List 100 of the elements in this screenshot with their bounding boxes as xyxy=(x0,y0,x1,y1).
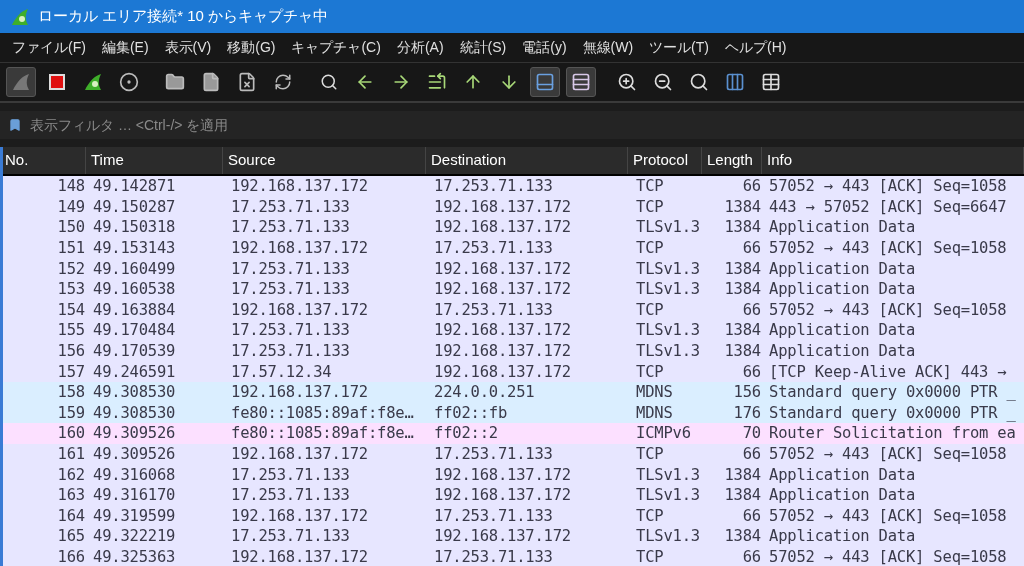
protocol-cell-text: TLSv1.3 xyxy=(635,464,701,485)
destination-cell-text: 192.168.137.172 xyxy=(433,464,572,485)
info-cell-text: Router Solicitation from ea xyxy=(768,423,1017,444)
column-header[interactable]: Time xyxy=(86,147,223,174)
source-cell-text: 17.253.71.133 xyxy=(230,526,351,547)
info-cell-text: Application Data xyxy=(768,464,917,485)
packet-row[interactable]: 158 49.308530 192.168.137.172 224.0.0.251 MDNS 156 Standard query 0x0000 PTR _ xyxy=(3,381,1024,403)
column-header[interactable]: No. xyxy=(3,147,86,174)
time-cell-text: 49.325363 xyxy=(92,547,177,566)
source-cell-text: 192.168.137.172 xyxy=(230,238,369,259)
destination-cell-text: 192.168.137.172 xyxy=(433,485,572,506)
length-cell-text: 1384 xyxy=(723,341,762,362)
shark-fin-icon xyxy=(11,72,31,92)
packet-number: 155 xyxy=(56,320,86,341)
info-cell-text: 57052 → 443 [ACK] Seq=1058 xyxy=(768,444,1008,464)
column-header[interactable]: Protocol xyxy=(628,147,702,174)
source-cell-text: 17.57.12.34 xyxy=(230,361,333,382)
column-header[interactable]: Length xyxy=(702,147,762,174)
protocol-cell-text: TCP xyxy=(635,361,665,382)
info-cell-text: Standard query 0x0000 PTR _ xyxy=(768,382,1017,403)
packet-number: 161 xyxy=(56,444,86,464)
info-cell-text: [TCP Keep-Alive ACK] 443 → xyxy=(768,361,1008,382)
menu-item[interactable]: 移動(G) xyxy=(227,37,276,58)
zoom-in-icon xyxy=(617,72,637,92)
time-cell-text: 49.160538 xyxy=(92,279,177,300)
destination-cell-text: 192.168.137.172 xyxy=(433,196,572,217)
menu-item[interactable]: ツール(T) xyxy=(649,37,709,58)
destination-cell-text: 192.168.137.172 xyxy=(433,279,572,300)
info-cell-text: Application Data xyxy=(768,320,917,341)
packet-number: 156 xyxy=(56,341,86,362)
destination-cell-text: 17.253.71.133 xyxy=(433,176,554,197)
menu-item[interactable]: 表示(V) xyxy=(164,37,212,58)
menu-item[interactable]: キャプチャ(C) xyxy=(291,37,381,58)
source-cell-text: 17.253.71.133 xyxy=(230,464,351,485)
menu-item[interactable]: ヘルプ(H) xyxy=(725,37,787,58)
length-cell-text: 66 xyxy=(741,299,762,320)
bookmark-icon xyxy=(8,116,22,134)
menu-item[interactable]: 電話(y) xyxy=(522,37,567,58)
source-cell-text: 17.253.71.133 xyxy=(230,485,351,506)
menu-item[interactable]: 統計(S) xyxy=(459,37,507,58)
length-cell-text: 66 xyxy=(741,176,762,197)
length-cell-text: 1384 xyxy=(723,526,762,547)
colored-rows-icon xyxy=(571,72,591,92)
destination-cell-text: 224.0.0.251 xyxy=(433,382,536,403)
menu-item[interactable]: 無線(W) xyxy=(582,37,634,58)
resize-columns-icon xyxy=(725,72,745,92)
destination-cell-text: 192.168.137.172 xyxy=(433,320,572,341)
column-header[interactable]: Source xyxy=(223,147,426,174)
destination-cell-text: 17.253.71.133 xyxy=(433,547,554,566)
length-cell-text: 66 xyxy=(741,547,762,566)
destination-cell-text: 17.253.71.133 xyxy=(433,299,554,320)
source-cell-text: 17.253.71.133 xyxy=(230,320,351,341)
protocol-cell-text: TCP xyxy=(635,176,665,197)
protocol-cell-text: TLSv1.3 xyxy=(635,320,701,341)
packet-number: 154 xyxy=(56,299,86,320)
reload-icon xyxy=(274,73,292,91)
length-cell-text: 1384 xyxy=(723,320,762,341)
info-cell-text: Application Data xyxy=(768,485,917,506)
info-cell-text: Application Data xyxy=(768,526,917,547)
toolbar-button[interactable] xyxy=(566,67,596,97)
packet-number: 151 xyxy=(56,238,86,259)
info-cell-text: Standard query 0x0000 PTR _ xyxy=(768,402,1017,423)
protocol-cell-text: TCP xyxy=(635,444,665,464)
protocol-cell-text: TLSv1.3 xyxy=(635,258,701,279)
packet-row[interactable]: 160 49.309526 fe80::1085:89af:f8e… ff02::2 ICMPv6 70 Router Solicitation from ea xyxy=(3,423,1024,444)
info-cell-text: 57052 → 443 [ACK] Seq=1058 xyxy=(768,299,1008,320)
length-cell-text: 1384 xyxy=(723,196,762,217)
menu-item[interactable]: ファイル(F) xyxy=(12,37,86,58)
column-header[interactable]: Info xyxy=(762,147,1024,174)
length-cell-text: 1384 xyxy=(723,464,762,485)
column-header[interactable]: Destination xyxy=(426,147,628,174)
length-cell-text: 1384 xyxy=(723,485,762,506)
menu-item[interactable]: 編集(E) xyxy=(101,37,149,58)
info-cell-text: 443 → 57052 [ACK] Seq=6647 xyxy=(768,196,1008,217)
length-cell-text: 1384 xyxy=(723,258,762,279)
packet-number: 159 xyxy=(56,402,86,423)
display-filter-field[interactable]: 表示フィルタ … <Ctrl-/> を適用 xyxy=(0,111,1024,139)
packet-number: 163 xyxy=(56,485,86,506)
source-cell-text: fe80::1085:89af:f8e… xyxy=(230,423,415,444)
packet-number: 165 xyxy=(56,526,86,547)
packet-number: 153 xyxy=(56,279,86,300)
info-cell-text: Application Data xyxy=(768,258,917,279)
time-cell-text: 49.308530 xyxy=(92,402,177,423)
packet-number: 164 xyxy=(56,505,86,526)
menu-item[interactable]: 分析(A) xyxy=(396,37,444,58)
destination-cell-text: 192.168.137.172 xyxy=(433,341,572,362)
source-cell-text: 17.253.71.133 xyxy=(230,217,351,238)
length-cell-text: 1384 xyxy=(723,217,762,238)
length-cell-text: 66 xyxy=(741,361,762,382)
packet-number: 157 xyxy=(56,361,86,382)
protocol-cell-text: TCP xyxy=(635,299,665,320)
info-cell-text: 57052 → 443 [ACK] Seq=1058 xyxy=(768,547,1008,566)
time-cell-text: 49.246591 xyxy=(92,361,177,382)
source-cell-text: 17.253.71.133 xyxy=(230,258,351,279)
shark-fin-icon xyxy=(83,72,103,92)
destination-cell-text: 192.168.137.172 xyxy=(433,361,572,382)
packet-row[interactable]: 159 49.308530 fe80::1085:89af:f8e… ff02::fb MDNS 176 Standard query 0x0000 PTR _ xyxy=(3,402,1024,424)
packet-number: 158 xyxy=(56,382,86,403)
protocol-cell-text: TLSv1.3 xyxy=(635,341,701,362)
info-cell-text: Application Data xyxy=(768,217,917,238)
